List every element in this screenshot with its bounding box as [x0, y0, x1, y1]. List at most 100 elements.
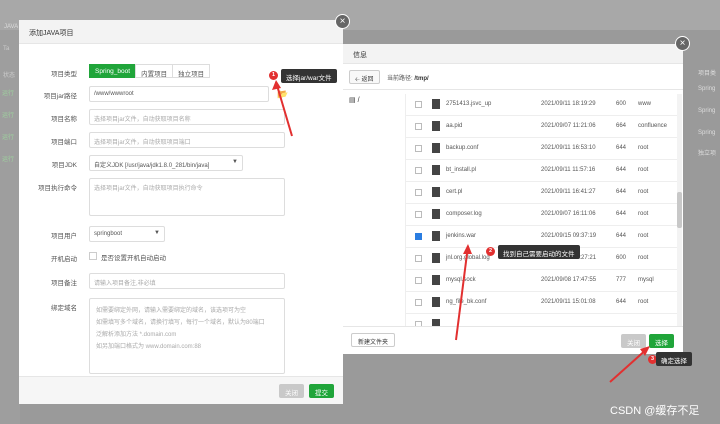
file-row[interactable]: composer.log 2021/09/07 16:11:06 644 roo… [406, 204, 677, 226]
directory-tree[interactable]: ▤ / [349, 96, 360, 104]
close-icon[interactable]: × [335, 14, 350, 29]
background-right-item: Spring [698, 86, 716, 92]
autostart-checkbox[interactable] [89, 252, 97, 260]
file-checkbox[interactable] [415, 167, 422, 174]
jar-path-row: 项目jar路径 /www/wwwroot 📂 [19, 86, 343, 102]
file-owner: root [638, 145, 649, 151]
file-name: bt_install.pl [446, 167, 477, 173]
background-right-item: 独立项 [698, 151, 717, 157]
file-date: 2021/09/07 11:21:06 [541, 123, 596, 129]
file-row[interactable]: cert.pl 2021/09/11 16:41:27 644 root [406, 182, 677, 204]
file-row[interactable]: mysql.sock 2021/09/08 17:47:55 777 mysql [406, 270, 677, 292]
scrollbar-thumb[interactable] [677, 192, 682, 228]
annotation-tip-1: 选择jar/war文件 [281, 69, 337, 83]
project-jdk-select[interactable]: 自定义JDK [/usr/java/jdk1.8.0_281/bin/java]… [89, 155, 243, 171]
file-name: composer.log [446, 211, 482, 217]
file-list: 2751413.jsvc_up 2021/09/11 18:19:29 600 … [405, 94, 677, 332]
tree-root: / [357, 97, 360, 104]
file-name: cert.pl [446, 189, 463, 195]
autostart-text: 是否设置开机自动启动 [101, 255, 166, 262]
project-type-option-springboot[interactable]: Spring_boot [89, 64, 137, 78]
file-picker-footer: 新建文件夹 关闭 选择 [343, 326, 683, 354]
project-port-input[interactable]: 选择项目jar文件，自动获取项目端口 [89, 132, 285, 148]
file-permission: 777 [616, 277, 627, 283]
domain-row: 绑定域名 如需要绑定外网，请输入需要绑定的域名，该选项可为空 如需填写多个域名，… [19, 298, 343, 376]
domain-help-line: 如另加端口格式为 www.domain.com:88 [96, 344, 202, 350]
new-folder-button[interactable]: 新建文件夹 [351, 333, 396, 347]
file-owner: root [638, 167, 649, 173]
watermark: CSDN @缓存不足 [610, 405, 700, 417]
file-row[interactable]: bt_install.pl 2021/09/11 11:57:16 644 ro… [406, 160, 677, 182]
project-name-input[interactable]: 选择项目jar文件，自动获取项目名称 [89, 109, 285, 125]
background-right-item: Spring [698, 108, 716, 114]
file-checkbox[interactable] [415, 145, 422, 152]
file-permission: 644 [616, 145, 627, 151]
project-port-row: 项目端口 选择项目jar文件，自动获取项目端口 [19, 132, 343, 148]
file-owner: www [638, 101, 651, 107]
select-button[interactable]: 选择 [649, 334, 674, 348]
file-owner: confluence [638, 123, 668, 129]
remark-label: 项目备注 [51, 280, 77, 287]
dialog-title: 添加JAVA项目 [19, 20, 343, 44]
file-name: jnl.org.global.log [446, 255, 490, 261]
file-icon [432, 231, 440, 241]
background-left-item: Ta [3, 46, 10, 52]
project-command-textarea[interactable]: 选择项目jar文件，自动获取项目执行命令 [89, 178, 285, 216]
file-owner: root [638, 189, 649, 195]
file-row[interactable]: backup.conf 2021/09/11 16:53:10 644 root [406, 138, 677, 160]
project-user-select[interactable]: springboot ▼ [89, 226, 165, 242]
domain-textarea[interactable]: 如需要绑定外网，请输入需要绑定的域名，该选项可为空 如需填写多个域名，请换行填写… [89, 298, 285, 374]
back-button[interactable]: 🡠 返回 [349, 70, 380, 84]
caret-down-icon: ▼ [154, 230, 160, 236]
file-checkbox[interactable] [415, 277, 422, 284]
file-name: backup.conf [446, 145, 479, 151]
background-left-column: Ta 状态 运行 运行 运行 运行 [0, 30, 20, 424]
file-checkbox[interactable] [415, 211, 422, 218]
jar-path-label: 项目jar路径 [43, 93, 77, 100]
file-checkbox[interactable] [415, 101, 422, 108]
folder-open-icon[interactable]: 📂 [277, 89, 288, 100]
file-checkbox[interactable] [415, 123, 422, 130]
project-type-option-builtin[interactable]: 内置项目 [135, 64, 174, 78]
autostart-label: 开机启动 [51, 256, 77, 263]
file-checkbox-checked[interactable] [415, 233, 422, 240]
remark-input[interactable]: 请输入项目备注,非必填 [89, 273, 285, 289]
file-checkbox[interactable] [415, 189, 422, 196]
background-right-column: 项目类 Spring Spring Spring 独立项 [694, 60, 720, 170]
file-permission: 644 [616, 211, 627, 217]
file-permission: 644 [616, 233, 627, 239]
annotation-tip-3: 确定选择 [656, 352, 692, 366]
file-permission: 644 [616, 189, 627, 195]
file-icon [432, 99, 440, 109]
file-icon [432, 143, 440, 153]
close-icon[interactable]: × [675, 36, 690, 51]
dialog-close-button[interactable]: 关闭 [279, 384, 304, 398]
file-picker-close-button[interactable]: 关闭 [621, 334, 646, 348]
file-list-scrollbar[interactable] [677, 94, 682, 332]
file-permission: 664 [616, 123, 627, 129]
jar-path-input[interactable]: /www/wwwroot [89, 86, 269, 102]
file-owner: root [638, 211, 649, 217]
project-jdk-value: 自定义JDK [/usr/java/jdk1.8.0_281/bin/java] [94, 163, 210, 169]
project-command-label: 项目执行命令 [38, 185, 77, 192]
caret-down-icon: ▼ [232, 159, 238, 165]
file-name: 2751413.jsvc_up [446, 101, 492, 107]
project-type-option-standalone[interactable]: 独立项目 [172, 64, 211, 78]
file-permission: 644 [616, 167, 627, 173]
current-path: 当前路径: /tmp/ [387, 73, 429, 82]
domain-help-line: 泛解析添加方法 *.domain.com [96, 332, 177, 338]
file-date: 2021/09/11 11:57:16 [541, 167, 596, 173]
file-name: ng_file_bk.conf [446, 299, 487, 305]
submit-button[interactable]: 提交 [309, 384, 334, 398]
project-port-label: 项目端口 [51, 139, 77, 146]
file-checkbox[interactable] [415, 255, 422, 262]
dialog-footer: 关闭 提交 [19, 376, 343, 404]
file-row[interactable]: aa.pid 2021/09/07 11:21:06 664 confluenc… [406, 116, 677, 138]
file-icon [432, 209, 440, 219]
file-permission: 600 [616, 255, 627, 261]
file-row[interactable]: 2751413.jsvc_up 2021/09/11 18:19:29 600 … [406, 94, 677, 116]
file-row[interactable]: ng_file_bk.conf 2021/09/11 15:01:08 644 … [406, 292, 677, 314]
file-name: mysql.sock [446, 277, 476, 283]
file-owner: mysql [638, 277, 654, 283]
file-checkbox[interactable] [415, 299, 422, 306]
